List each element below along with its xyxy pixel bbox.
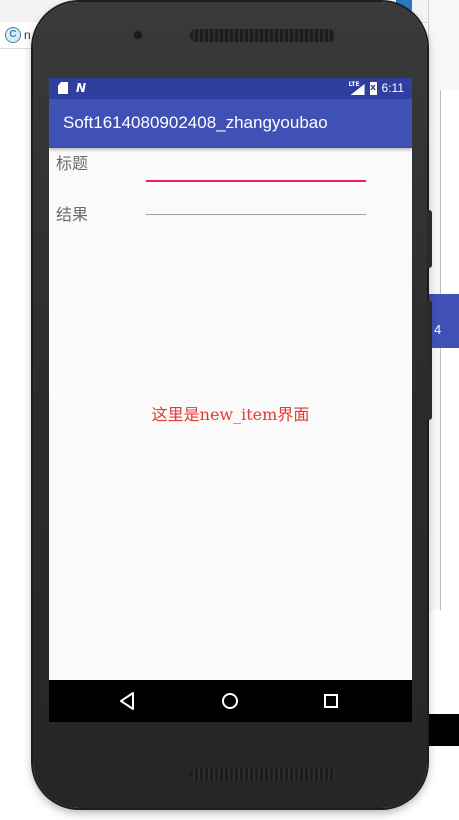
power-button[interactable] [427,210,432,268]
browser-tab-c-icon: C [5,27,21,43]
navigation-bar [49,680,412,722]
main-content: 标题 结果 这里是new_item界面 [49,148,412,722]
app-title: Soft1614080902408_zhangyoubao [63,113,328,132]
desktop-right-inner-panel [440,90,459,610]
lte-signal-icon: LTE [348,81,365,95]
desktop-right-partial-text: 4 [434,322,442,337]
volume-button[interactable] [427,300,432,420]
center-message: 这里是new_item界面 [151,405,310,424]
result-label: 结果 [56,205,89,224]
browser-tab-label: n [24,28,31,42]
recents-square-icon[interactable] [320,690,342,712]
bottom-speaker [190,768,335,781]
status-time: 6:11 [381,81,404,95]
result-input[interactable] [146,188,366,215]
title-input[interactable] [146,154,366,182]
desktop-right-dark-strip [426,714,459,746]
lte-label: LTE [348,81,360,88]
front-camera [133,30,143,40]
battery-icon: x [369,81,377,95]
sd-card-icon [58,82,68,94]
screenshot-stage: C n 4 N LTE x 6:11 Soft1614080902408_zha… [0,0,459,820]
phone-screen: N LTE x 6:11 Soft1614080902408_zhangyoub… [49,78,412,722]
top-speaker [190,29,335,42]
app-bar: Soft1614080902408_zhangyoubao [49,99,412,148]
status-bar: N LTE x 6:11 [49,78,412,99]
home-circle-icon[interactable] [219,690,241,712]
back-triangle-icon[interactable] [117,690,139,712]
notification-n-icon: N [76,81,87,95]
title-label: 标题 [56,154,89,173]
